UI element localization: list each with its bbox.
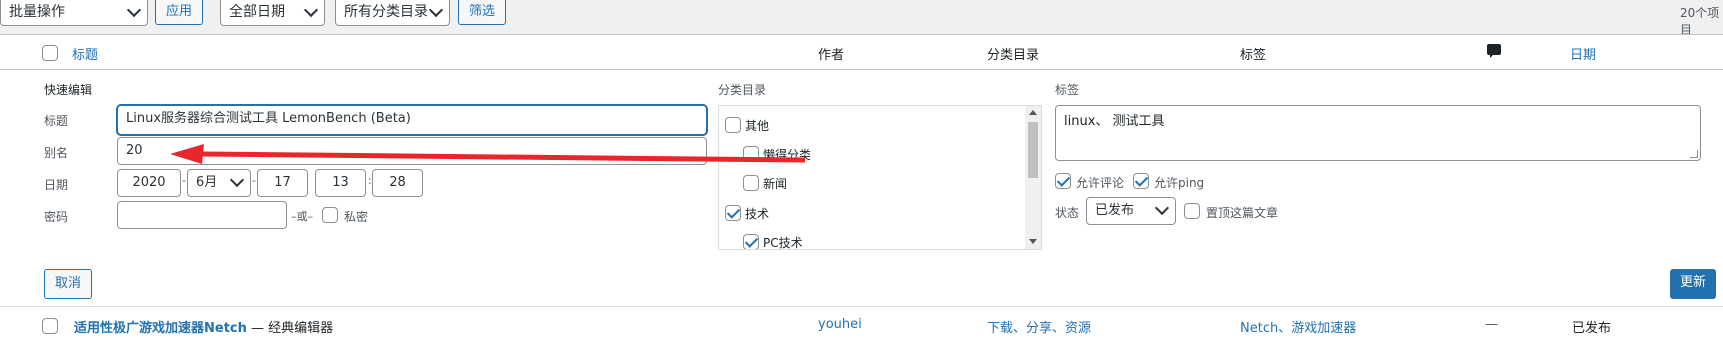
year-input[interactable]: 2020 (117, 169, 181, 197)
table-row: 适用性极广游戏加速器Netch — 经典编辑器 youhei 下载、分享、资源 … (0, 307, 1723, 340)
row-comments: — (1485, 317, 1498, 332)
chevron-down-icon (428, 2, 444, 18)
day-value: 17 (274, 175, 291, 190)
scroll-up-arrow-icon[interactable] (1029, 110, 1037, 115)
category-checkbox-news[interactable] (743, 175, 759, 191)
or-separator: –或– (291, 210, 313, 223)
row-author[interactable]: youhei (818, 317, 862, 332)
items-count: 20个项目 (1680, 6, 1720, 37)
row-categories[interactable]: 下载、分享、资源 (987, 317, 1091, 336)
slug-input-value: 20 (126, 143, 143, 158)
slug-label: 别名 (44, 146, 69, 160)
category-label-tech: 技术 (745, 207, 770, 221)
category-filter-select[interactable]: 所有分类目录 (335, 0, 450, 26)
categories-label: 分类目录 (718, 83, 767, 97)
date-dash-1: - (182, 174, 186, 187)
chevron-down-icon (303, 2, 319, 18)
month-value: 6月 (196, 175, 218, 190)
row-status: 已发布 (1572, 321, 1612, 336)
date-label: 日期 (44, 178, 69, 192)
allow-comments-checkbox[interactable] (1055, 173, 1071, 189)
hour-input[interactable]: 13 (315, 169, 366, 197)
annotation-arrow-shaft (199, 151, 806, 163)
day-input[interactable]: 17 (257, 169, 308, 197)
month-select[interactable]: 6月 (187, 169, 251, 197)
apply-button[interactable]: 应用 (155, 0, 204, 25)
cancel-button[interactable]: 取消 (44, 269, 93, 299)
scroll-thumb[interactable] (1028, 122, 1038, 178)
date-filter-select[interactable]: 全部日期 (220, 0, 325, 26)
row-title-link[interactable]: 适用性极广游戏加速器Netch (74, 321, 247, 336)
allow-ping-checkbox[interactable] (1133, 173, 1149, 189)
quick-edit-panel: 快速编辑 标题 Linux服务器综合测试工具 LemonBench (Beta)… (0, 70, 1723, 307)
minute-input[interactable]: 28 (372, 169, 423, 197)
chevron-down-icon (229, 172, 245, 188)
bulk-action-value: 批量操作 (9, 4, 65, 20)
annotation-arrow (170, 144, 806, 164)
quick-edit-heading: 快速编辑 (44, 83, 93, 97)
column-date-header[interactable]: 日期 (1570, 44, 1596, 63)
categories-scrollbar[interactable] (1025, 106, 1041, 249)
category-label-other: 其他 (745, 119, 770, 133)
annotation-arrow-head (170, 144, 204, 164)
password-label: 密码 (44, 210, 69, 224)
category-filter-value: 所有分类目录 (344, 4, 428, 20)
status-value: 已发布 (1095, 203, 1135, 218)
status-label: 状态 (1055, 206, 1080, 220)
minute-value: 28 (389, 175, 406, 190)
tags-label: 标签 (1055, 83, 1080, 97)
row-title-suffix: — 经典编辑器 (246, 321, 334, 336)
tags-value: linux、 测试工具 (1064, 114, 1165, 129)
category-checkbox-pc-tech[interactable] (743, 234, 759, 249)
allow-ping-label: 允许ping (1154, 176, 1205, 190)
chevron-down-icon (1154, 200, 1170, 216)
password-input[interactable] (117, 201, 287, 229)
scroll-down-arrow-icon[interactable] (1029, 239, 1037, 244)
category-checkbox-other[interactable] (725, 117, 741, 133)
row-tags[interactable]: Netch、游戏加速器 (1240, 317, 1356, 336)
resize-handle-icon[interactable] (1690, 150, 1698, 158)
table-header: 标题 作者 分类目录 标签 日期 (0, 34, 1723, 70)
filter-button[interactable]: 筛选 (458, 0, 507, 25)
tags-textarea[interactable]: linux、 测试工具 (1055, 105, 1701, 161)
bulk-action-select[interactable]: 批量操作 (0, 0, 148, 26)
private-checkbox[interactable] (322, 207, 338, 223)
select-all-checkbox[interactable] (42, 45, 58, 61)
private-label: 私密 (344, 210, 369, 224)
hour-value: 13 (332, 175, 349, 190)
category-label-news: 新闻 (763, 177, 788, 191)
row-checkbox[interactable] (42, 318, 58, 334)
date-dash-2: - (252, 174, 256, 187)
column-title-header[interactable]: 标题 (72, 44, 98, 63)
row-title: 适用性极广游戏加速器Netch — 经典编辑器 (74, 317, 333, 336)
sticky-label: 置顶这篇文章 (1206, 206, 1279, 220)
comment-bubble-icon[interactable] (1487, 44, 1501, 58)
column-tags-header: 标签 (1240, 48, 1267, 63)
title-input[interactable]: Linux服务器综合测试工具 LemonBench (Beta) (117, 105, 707, 135)
sticky-checkbox[interactable] (1184, 203, 1200, 219)
date-filter-value: 全部日期 (229, 4, 285, 20)
status-select[interactable]: 已发布 (1086, 197, 1176, 225)
categories-checklist[interactable]: 其他 懒得分类 新闻 技术 PC技术 (718, 105, 1042, 250)
chevron-down-icon (126, 2, 142, 18)
category-checkbox-tech[interactable] (725, 205, 741, 221)
category-label-pc-tech: PC技术 (763, 236, 803, 250)
title-input-value: Linux服务器综合测试工具 LemonBench (Beta) (126, 111, 411, 126)
year-value: 2020 (132, 175, 166, 190)
update-button[interactable]: 更新 (1670, 269, 1717, 299)
allow-comments-label: 允许评论 (1076, 176, 1125, 190)
column-author-header: 作者 (818, 48, 845, 63)
column-categories-header: 分类目录 (987, 48, 1040, 63)
title-label: 标题 (44, 114, 69, 128)
